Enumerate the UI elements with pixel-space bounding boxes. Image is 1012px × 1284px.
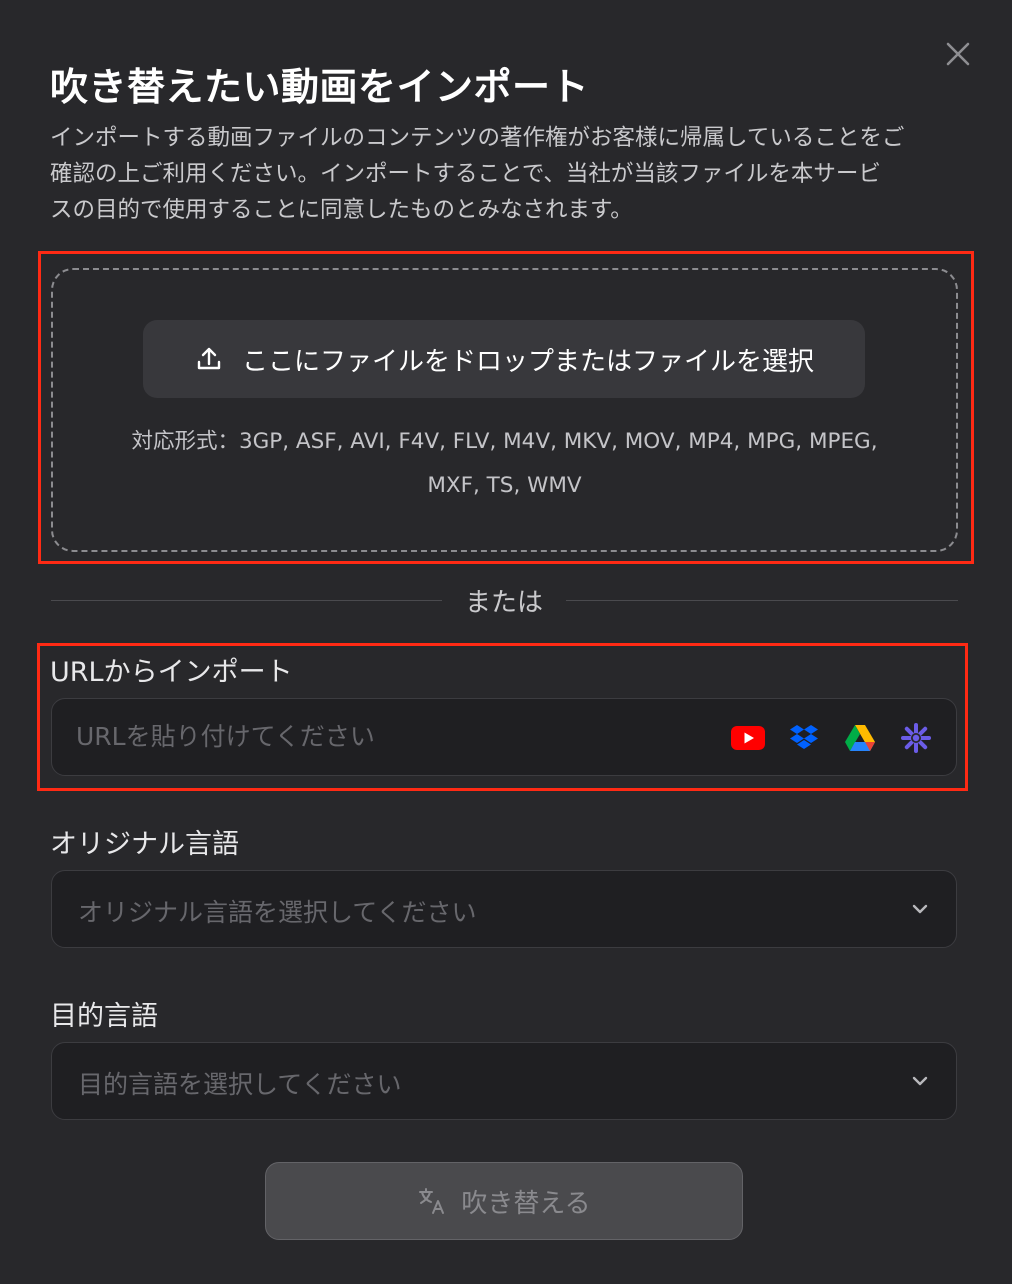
upload-icon (197, 347, 221, 370)
select-placeholder: オリジナル言語を選択してください (78, 898, 477, 927)
supported-formats: 対応形式：3GP, ASF, AVI, F4V, FLV, M4V, MKV, … (51, 420, 958, 508)
original-language-select[interactable]: オリジナル言語を選択してください (51, 870, 957, 948)
original-language-label: オリジナル言語 (50, 829, 239, 860)
youtube-icon[interactable] (730, 720, 766, 756)
url-input[interactable] (76, 699, 716, 774)
translate-icon (419, 1188, 445, 1214)
box-asterisk-icon[interactable] (898, 720, 934, 756)
formats-line: 対応形式：3GP, ASF, AVI, F4V, FLV, M4V, MKV, … (131, 429, 878, 454)
formats-line: MXF, TS, WMV (427, 473, 582, 498)
divider-line (51, 600, 442, 601)
url-import-label: URLからインポート (50, 657, 293, 688)
dropbox-icon[interactable] (786, 720, 822, 756)
url-input-container (51, 698, 957, 776)
select-file-label: ここにファイルをドロップまたはファイルを選択 (241, 346, 814, 377)
google-drive-icon[interactable] (842, 720, 878, 756)
divider-text: または (464, 588, 543, 618)
select-placeholder: 目的言語を選択してください (78, 1070, 402, 1099)
close-button[interactable] (940, 36, 976, 72)
dub-button[interactable]: 吹き替える (265, 1162, 743, 1240)
dub-button-label: 吹き替える (461, 1188, 591, 1219)
target-language-label: 目的言語 (50, 1001, 158, 1032)
select-file-button[interactable]: ここにファイルをドロップまたはファイルを選択 (143, 320, 865, 398)
description-line: 確認の上ご利用ください。インポートすることで、当社が当該ファイルを本サービ (50, 161, 881, 187)
dialog-description: インポートする動画ファイルのコンテンツの著作権がお客様に帰属していることをご 確… (50, 120, 970, 228)
file-dropzone[interactable] (51, 268, 958, 552)
target-language-select[interactable]: 目的言語を選択してください (51, 1042, 957, 1120)
chevron-down-icon (908, 1069, 932, 1093)
import-dialog: 吹き替えたい動画をインポート インポートする動画ファイルのコンテンツの著作権がお… (0, 0, 1012, 1284)
close-icon (946, 42, 970, 66)
description-line: スの目的で使用することに同意したものとみなされます。 (50, 197, 633, 223)
chevron-down-icon (908, 897, 932, 921)
divider-line (566, 600, 958, 601)
service-icons (730, 720, 934, 756)
description-line: インポートする動画ファイルのコンテンツの著作権がお客様に帰属していることをご (50, 125, 905, 151)
dialog-title: 吹き替えたい動画をインポート (50, 65, 590, 109)
